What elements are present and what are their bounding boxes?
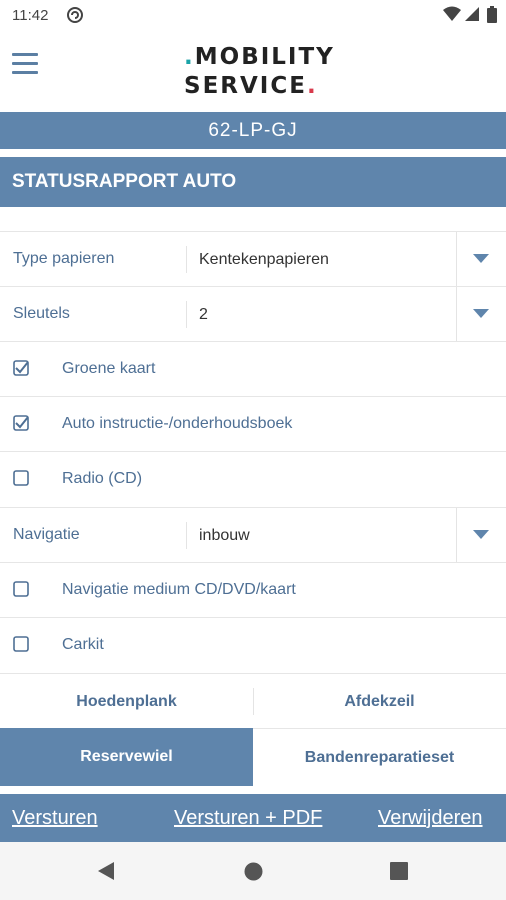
wifi-icon [443, 6, 461, 26]
bandenreparatieset-option[interactable]: Bandenreparatieset [253, 728, 506, 786]
home-icon[interactable] [244, 862, 263, 881]
checkbox-label: Radio (CD) [62, 470, 143, 487]
sleutels-row: Sleutels 2 [0, 286, 506, 341]
sleutels-label: Sleutels [13, 305, 70, 322]
afdekzeil-toggle[interactable]: Afdekzeil [253, 674, 506, 729]
checkbox-label: Carkit [62, 636, 104, 653]
action-bar: Versturen Versturen + PDF Verwijderen [0, 794, 506, 842]
logo-line2: SERVICE [184, 73, 307, 99]
type-papieren-value[interactable]: Kentekenpapieren [186, 246, 329, 273]
sync-icon [66, 6, 84, 28]
menu-icon[interactable] [12, 53, 38, 75]
chevron-down-icon [473, 530, 489, 539]
brand-logo: .MOBILITY SERVICE. [184, 44, 335, 99]
sleutels-value[interactable]: 2 [186, 301, 208, 328]
back-icon[interactable] [97, 861, 115, 881]
navigatie-row: Navigatie inbouw [0, 507, 506, 562]
type-papieren-row: Type papieren Kentekenpapieren [0, 231, 506, 286]
checkbox-row-instructieboek[interactable]: Auto instructie-/onderhoudsboek [0, 396, 506, 451]
navigatie-label: Navigatie [13, 526, 80, 543]
recents-icon[interactable] [390, 862, 408, 880]
checkbox-label: Auto instructie-/onderhoudsboek [62, 415, 293, 432]
checkbox-row-carkit[interactable]: Carkit [0, 617, 506, 672]
chevron-down-icon [473, 254, 489, 263]
accessory-toggles: Hoedenplank Afdekzeil [0, 673, 506, 729]
system-nav-bar [0, 842, 506, 900]
section-title: STATUSRAPPORT AUTO [0, 157, 506, 207]
signal-icon [464, 6, 480, 26]
type-papieren-dropdown[interactable] [456, 232, 506, 286]
type-papieren-label: Type papieren [13, 250, 115, 267]
checkbox-unchecked-icon[interactable] [13, 581, 29, 597]
checkbox-label: Groene kaart [62, 360, 156, 377]
status-bar: 11:42 [0, 0, 506, 32]
checkbox-unchecked-icon[interactable] [13, 470, 29, 486]
sleutels-dropdown[interactable] [456, 287, 506, 341]
send-pdf-link[interactable]: Versturen + PDF [174, 794, 322, 842]
checkbox-checked-icon[interactable] [13, 415, 29, 431]
battery-icon [487, 6, 497, 27]
checkbox-row-groene-kaart[interactable]: Groene kaart [0, 341, 506, 396]
app-bar: .MOBILITY SERVICE. [0, 32, 506, 112]
navigatie-value[interactable]: inbouw [186, 522, 250, 549]
checkbox-unchecked-icon[interactable] [13, 636, 29, 652]
chevron-down-icon [473, 309, 489, 318]
status-time: 11:42 [12, 7, 49, 24]
logo-line1: MOBILITY [194, 44, 335, 70]
checkbox-label: Navigatie medium CD/DVD/kaart [62, 581, 296, 598]
delete-link[interactable]: Verwijderen [378, 794, 483, 842]
send-link[interactable]: Versturen [12, 794, 98, 842]
checkbox-row-radio[interactable]: Radio (CD) [0, 451, 506, 506]
hoedenplank-toggle[interactable]: Hoedenplank [0, 674, 253, 729]
checkbox-row-navigatie-medium[interactable]: Navigatie medium CD/DVD/kaart [0, 562, 506, 617]
spare-wheel-segment: Reservewiel Bandenreparatieset [0, 728, 506, 786]
reservewiel-option[interactable]: Reservewiel [0, 728, 253, 786]
license-plate: 62-LP-GJ [0, 112, 506, 149]
checkbox-checked-icon[interactable] [13, 360, 29, 376]
navigatie-dropdown[interactable] [456, 508, 506, 562]
